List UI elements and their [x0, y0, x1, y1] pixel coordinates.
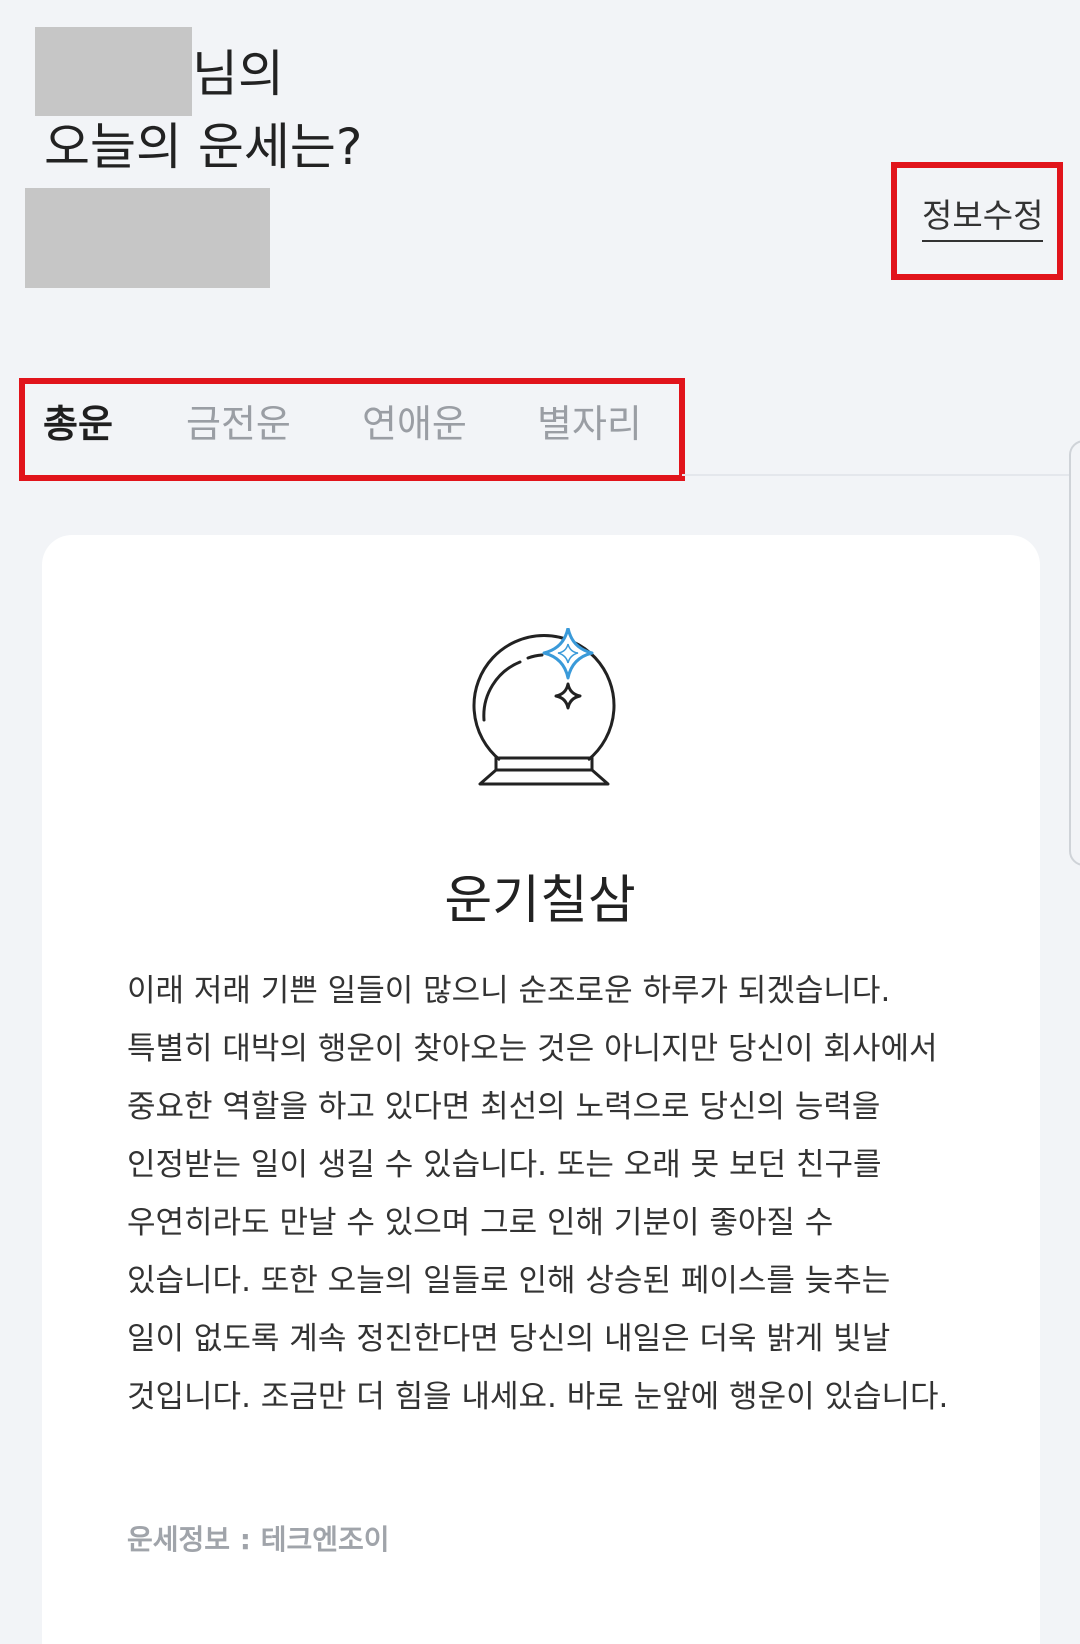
tabs-divider: [682, 474, 1080, 476]
scroll-handle[interactable]: [1069, 440, 1080, 866]
tab-zodiac[interactable]: 별자리: [537, 398, 642, 450]
crystal-ball-icon: [472, 628, 616, 786]
fortune-source: 운세정보 : 테크엔조이: [127, 1523, 390, 1556]
fortune-page: 님의 오늘의 운세는? 정보수정 총운 금전운 연애운 별자리 운기칠삼 이래 …: [0, 0, 1080, 1644]
tab-money[interactable]: 금전운: [186, 398, 291, 450]
edit-info-link[interactable]: 정보수정: [922, 194, 1044, 242]
fortune-body: 이래 저래 기쁜 일들이 많으니 순조로운 하루가 되겠습니다. 특별히 대박의…: [127, 973, 949, 1415]
redacted-user-info: [25, 188, 270, 288]
greeting-question: 오늘의 운세는?: [44, 118, 363, 176]
redacted-user-name: [35, 27, 192, 116]
greeting-suffix: 님의: [192, 45, 284, 103]
tab-love[interactable]: 연애운: [362, 398, 467, 450]
fortune-headline: 운기칠삼: [444, 871, 636, 931]
tab-overall[interactable]: 총운: [43, 398, 113, 450]
